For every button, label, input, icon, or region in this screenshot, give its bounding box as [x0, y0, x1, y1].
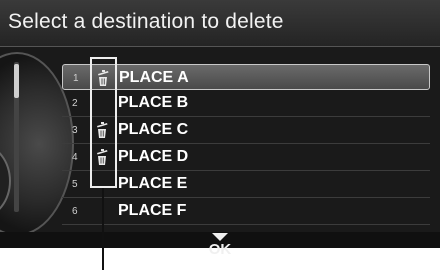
- list-item-label: PLACE C: [118, 121, 189, 138]
- list-item-number: 5: [72, 179, 78, 190]
- ok-label: OK: [208, 241, 232, 258]
- list-item[interactable]: 5 PLACE E: [62, 171, 430, 198]
- destination-list: 1 PLACE A 2 PLACE B 3 PLACE C 4 PLACE D 5 PLACE E…: [62, 64, 430, 225]
- list-item-number: 2: [72, 98, 78, 109]
- screen-title: Select a destination to delete: [8, 10, 284, 33]
- list-item[interactable]: 3 PLACE C: [62, 117, 430, 144]
- list-item-number: 1: [73, 73, 79, 84]
- list-item-label: PLACE B: [118, 94, 189, 111]
- title-bar: Select a destination to delete: [0, 0, 440, 47]
- list-item-number: 3: [72, 125, 78, 136]
- list-item-label: PLACE F: [118, 202, 187, 219]
- list-item[interactable]: 4 PLACE D: [62, 144, 430, 171]
- ok-button[interactable]: OK: [200, 233, 240, 261]
- dial-center-graphic: [0, 144, 11, 218]
- list-item-label: PLACE D: [118, 148, 189, 165]
- list-item-number: 6: [72, 206, 78, 217]
- callout-line: [102, 188, 104, 270]
- list-item-number: 4: [72, 152, 78, 163]
- scrollbar-thumb[interactable]: [14, 64, 19, 98]
- list-item[interactable]: 2 PLACE B: [62, 90, 430, 117]
- list-item-label: PLACE A: [119, 69, 189, 86]
- down-arrow-icon: [212, 233, 228, 241]
- list-item[interactable]: 6 PLACE F: [62, 198, 430, 225]
- list-item[interactable]: 1 PLACE A: [62, 64, 430, 90]
- navigation-screen: Select a destination to delete 1 PLACE A 2…: [0, 0, 440, 248]
- list-item-label: PLACE E: [118, 175, 188, 192]
- delete-marks-callout-box: [90, 57, 117, 188]
